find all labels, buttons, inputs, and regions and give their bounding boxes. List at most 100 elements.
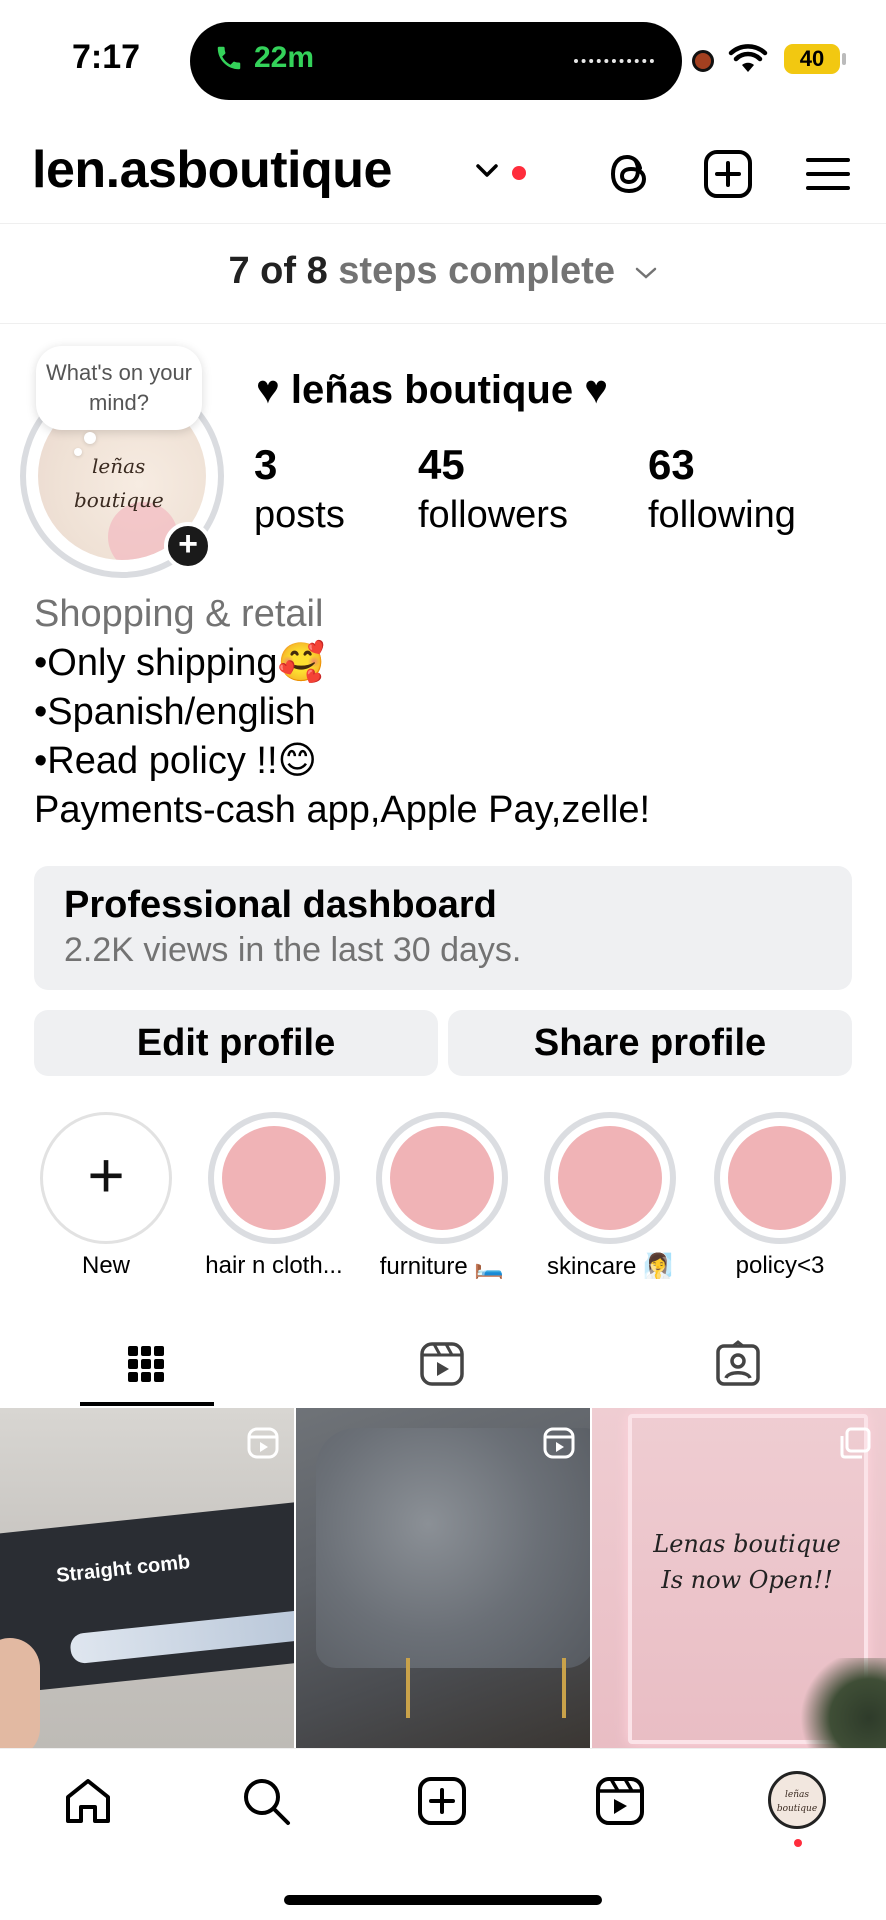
note-bubble-tail-small [74, 448, 82, 456]
battery-indicator: 40 [784, 44, 840, 74]
call-duration: 22m [254, 41, 315, 74]
plus-icon: + [87, 1139, 125, 1211]
recording-indicator [692, 50, 714, 72]
add-story-button[interactable]: + [164, 522, 212, 570]
bottom-navigation: leñas boutique [0, 1748, 886, 1920]
bio-line: Payments-cash app,Apple Pay,zelle! [34, 789, 651, 831]
highlight-label: hair n cloth... [205, 1252, 343, 1279]
steps-label: steps complete [338, 250, 615, 292]
stat-label: followers [418, 494, 568, 536]
highlight-cover [222, 1126, 326, 1230]
highlight-label: furniture 🛏️ [379, 1253, 505, 1280]
stat-following[interactable]: 63 following [648, 440, 796, 540]
highlight-furniture[interactable]: furniture 🛏️ [376, 1112, 508, 1280]
neon-sign-text: Lenas boutique Is now Open!! [632, 1526, 862, 1598]
active-tab-indicator [80, 1402, 214, 1406]
highlight-ring [544, 1112, 676, 1244]
call-indicator: 22m [214, 41, 314, 75]
stat-posts[interactable]: 3 posts [254, 440, 345, 540]
product-box [0, 1500, 294, 1696]
stat-number: 63 [648, 441, 695, 488]
highlight-ring [208, 1112, 340, 1244]
post-thumbnail[interactable] [296, 1408, 590, 1748]
profile-avatar-nav[interactable]: leñas boutique [768, 1771, 826, 1829]
highlight-cover [728, 1126, 832, 1230]
plant-leaves [792, 1658, 886, 1748]
nav-avatar-text-2: boutique [776, 1804, 818, 1814]
professional-dashboard-card[interactable]: Professional dashboard 2.2K views in the… [34, 866, 852, 990]
search-icon[interactable] [238, 1773, 294, 1829]
highlight-label: New [81, 1252, 130, 1279]
profile-header-bar: len.asboutique [0, 130, 886, 224]
menu-icon[interactable] [802, 148, 854, 200]
highlight-hair-n-clothes[interactable]: hair n cloth... [205, 1112, 343, 1279]
highlight-label: policy<3 [735, 1252, 825, 1279]
reel-badge-icon [543, 1427, 575, 1459]
stat-label: posts [254, 494, 345, 536]
status-bar: 7:17 22m 40 [0, 0, 886, 110]
highlight-cover [390, 1126, 494, 1230]
ottoman-leg [562, 1658, 566, 1718]
stat-number: 45 [418, 441, 465, 488]
profile-tabs [0, 1320, 886, 1408]
create-icon[interactable] [414, 1773, 470, 1829]
notification-dot [512, 166, 526, 180]
highlight-label: skincare 🧖‍♀️ [547, 1253, 673, 1280]
stat-followers[interactable]: 45 followers [418, 440, 568, 540]
highlight-new[interactable]: + New [40, 1112, 172, 1279]
hand-shape [0, 1638, 40, 1748]
battery-tip [842, 53, 846, 65]
highlight-skincare[interactable]: skincare 🧖‍♀️ [544, 1112, 676, 1280]
steps-count: 7 of 8 [228, 250, 328, 292]
dashboard-title: Professional dashboard [64, 884, 497, 926]
home-icon[interactable] [60, 1773, 116, 1829]
highlight-ring [376, 1112, 508, 1244]
reel-badge-icon [247, 1427, 279, 1459]
ottoman-leg [406, 1658, 410, 1718]
edit-profile-button[interactable]: Edit profile [34, 1010, 438, 1076]
audio-waveform [574, 59, 654, 63]
neon-line-1: Lenas boutique [653, 1530, 841, 1558]
chevron-down-icon[interactable] [474, 160, 500, 182]
highlight-ring: + [40, 1112, 172, 1244]
chevron-down-icon [635, 267, 656, 279]
avatar-logo-text-2: boutique [74, 488, 164, 512]
username-switcher[interactable]: len.asboutique [32, 140, 392, 200]
profile-bio: Shopping & retail •Only shipping🥰 •Spani… [34, 590, 854, 835]
threads-icon[interactable] [604, 148, 656, 200]
nav-avatar-text-1: leñas [785, 1790, 809, 1800]
profile-notification-dot [794, 1839, 802, 1847]
display-name: ♥ leñas boutique ♥ [256, 368, 608, 412]
phone-icon [217, 46, 241, 70]
wifi-icon [728, 44, 768, 72]
avatar-logo-text-1: leñas [92, 454, 146, 478]
post-thumbnail[interactable]: Straight comb [0, 1408, 294, 1748]
neon-line-2: Is now Open!! [661, 1566, 833, 1594]
note-bubble-tail [84, 432, 96, 444]
bio-line: •Spanish/english [34, 691, 316, 733]
note-bubble[interactable]: What's on your mind? [36, 346, 202, 430]
reels-icon[interactable] [592, 1773, 648, 1829]
carousel-badge-icon [840, 1427, 871, 1459]
status-time: 7:17 [72, 38, 141, 76]
grid-icon[interactable] [120, 1338, 172, 1390]
highlight-cover [558, 1126, 662, 1230]
dynamic-island[interactable]: 22m [190, 22, 682, 100]
bio-category: Shopping & retail [34, 593, 324, 635]
highlight-policy[interactable]: policy<3 [714, 1112, 846, 1279]
dashboard-subtitle: 2.2K views in the last 30 days. [64, 931, 522, 969]
share-profile-button[interactable]: Share profile [448, 1010, 852, 1076]
stat-number: 3 [254, 441, 278, 488]
bio-line: •Read policy !!😊 [34, 740, 318, 782]
bio-line: •Only shipping🥰 [34, 642, 325, 684]
reels-icon[interactable] [416, 1338, 468, 1390]
home-indicator[interactable] [284, 1895, 602, 1905]
setup-steps-banner[interactable]: 7 of 8 steps complete [0, 224, 886, 324]
highlight-ring [714, 1112, 846, 1244]
tagged-icon[interactable] [712, 1338, 764, 1390]
post-thumbnail[interactable]: Lenas boutique Is now Open!! [592, 1408, 886, 1748]
stat-label: following [648, 494, 796, 536]
create-plus-icon[interactable] [702, 148, 754, 200]
steps-text: 7 of 8 steps complete [228, 250, 657, 293]
ottoman-cushion [316, 1428, 590, 1668]
